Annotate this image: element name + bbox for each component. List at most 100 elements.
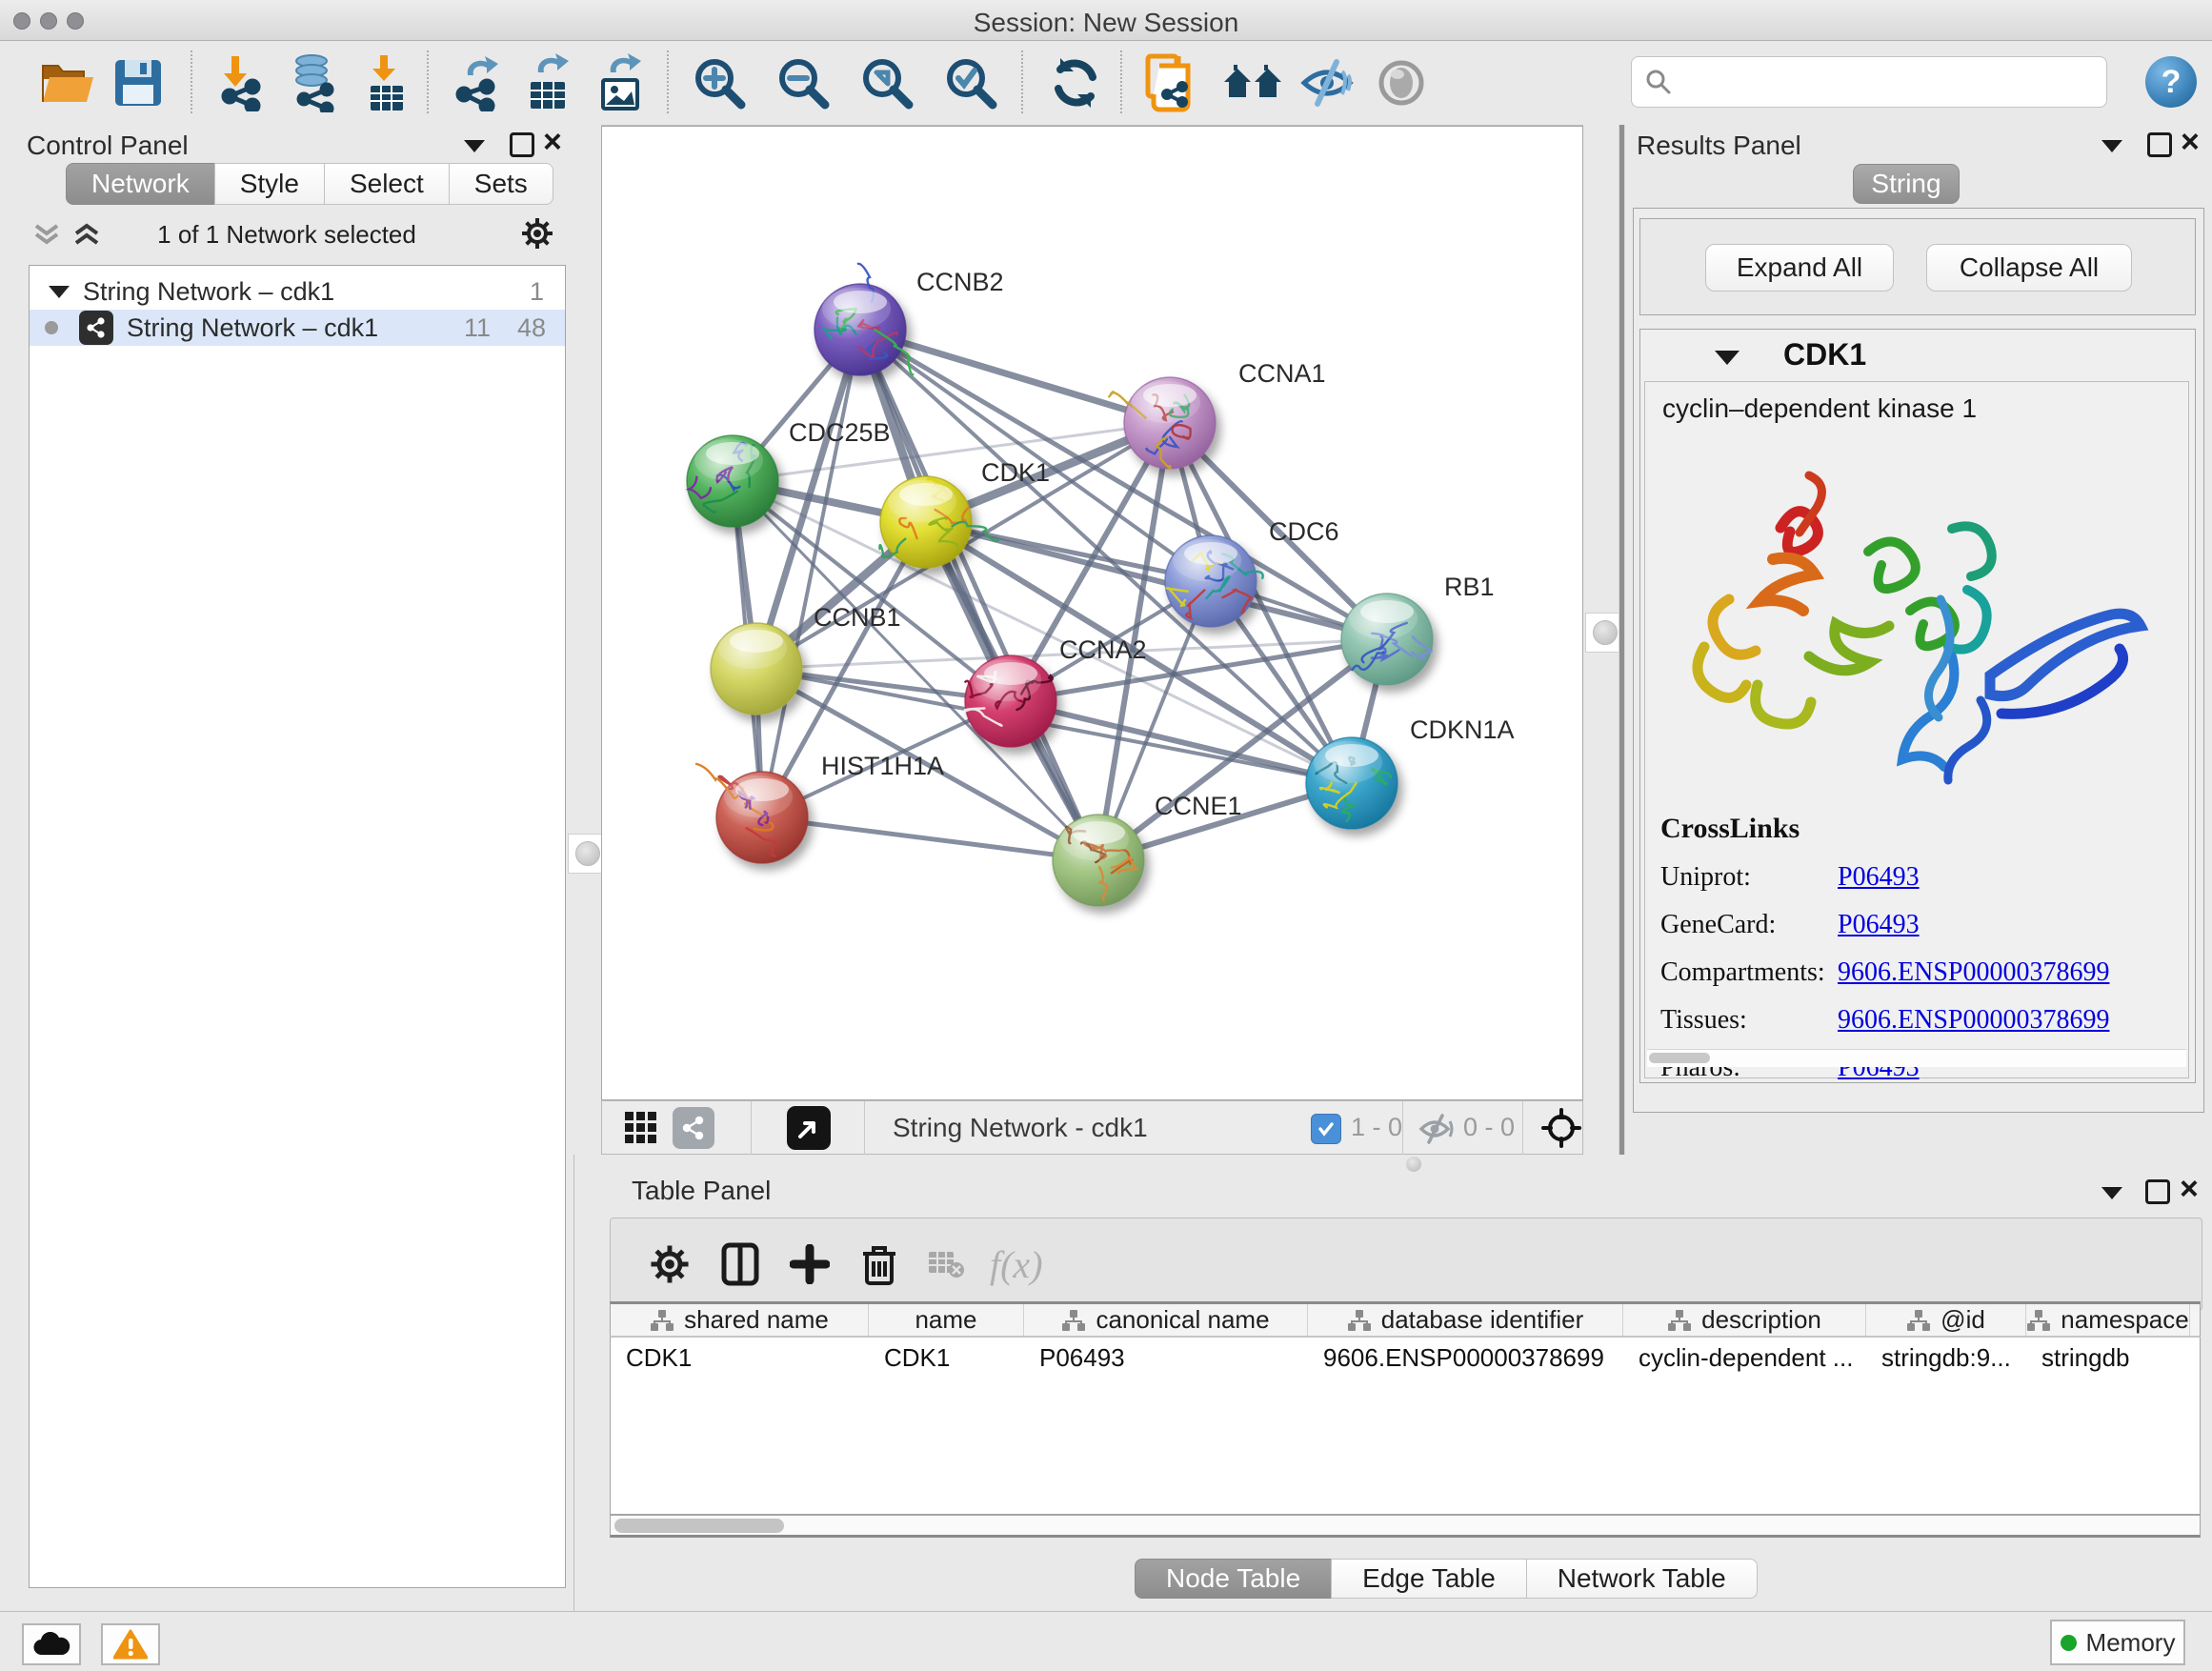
crosslink-label: Compartments: [1660,957,1838,988]
zoom-fit-icon[interactable] [855,49,918,117]
tab-select[interactable]: Select [324,163,450,205]
table-hscrollbar-thumb[interactable] [614,1519,784,1533]
zoom-in-icon[interactable] [688,49,751,117]
edge-CCNB2-CCNA1[interactable] [860,330,1170,423]
tree-caret-icon[interactable] [49,286,70,298]
save-session-icon[interactable] [107,49,170,117]
node-CDKN1A[interactable] [1306,737,1398,829]
panel-collapse-icon[interactable] [2101,140,2122,152]
table-cell[interactable]: CDK1 [611,1343,869,1373]
selected-checkbox[interactable] [1311,1114,1341,1144]
help-button[interactable]: ? [2145,56,2197,108]
node-CCNB1[interactable] [711,623,802,715]
search-input[interactable] [1681,67,2085,98]
birdseye-view-icon[interactable] [787,1106,831,1150]
crosslink-link[interactable]: 9606.ENSP00000378699 [1838,957,2109,988]
panel-float-icon[interactable] [2147,132,2172,157]
add-column-icon[interactable] [790,1244,830,1284]
node-CCNA1[interactable] [1109,377,1216,469]
tab-network-table[interactable]: Network Table [1526,1559,1758,1599]
column-header-database-identifier[interactable]: database identifier [1308,1304,1623,1336]
search-field[interactable] [1631,56,2107,108]
table-cell[interactable]: CDK1 [869,1343,1024,1373]
tab-network[interactable]: Network [66,163,215,205]
node-CCNE1[interactable] [1053,815,1144,906]
export-table-icon[interactable] [516,49,579,117]
tab-style[interactable]: Style [214,163,325,205]
eye-slash-icon[interactable] [1296,49,1358,117]
open-session-icon[interactable] [36,49,99,117]
column-header-name[interactable]: name [869,1304,1024,1336]
panel-close-icon[interactable]: × [543,132,562,151]
table-gear-icon[interactable] [649,1243,691,1285]
crosslink-link[interactable]: 9606.ENSP00000378699 [1838,1005,2109,1036]
hidden-eye-slash-icon[interactable] [1418,1114,1458,1144]
import-table-icon[interactable] [354,49,417,117]
zoom-out-icon[interactable] [772,49,835,117]
tab-sets[interactable]: Sets [449,163,553,205]
show-columns-icon[interactable] [721,1242,759,1286]
protein-structure-image [1666,437,2171,799]
panel-close-icon[interactable]: × [2180,1179,2199,1198]
network-graph[interactable]: CCNB2CCNA1CDC25BCDK1CDC6RB1CCNB1CCNA2CDK… [602,127,1582,1099]
edge-HIST1H1A-CCNE1[interactable] [762,817,1098,860]
table-cell[interactable]: stringdb:9... [1866,1343,2026,1373]
edge-CCNB2-HIST1H1A[interactable] [762,330,860,817]
crosslink-link[interactable]: P06493 [1838,910,1920,940]
panel-collapse-icon[interactable] [2101,1187,2122,1199]
results-hscrollbar-thumb[interactable] [1649,1053,1710,1063]
table-row[interactable]: CDK1CDK1P064939606.ENSP00000378699cyclin… [611,1338,2200,1378]
column-header-shared-name[interactable]: shared name [611,1304,869,1336]
houses-icon[interactable] [1221,49,1284,117]
column-header-description[interactable]: description [1623,1304,1866,1336]
expand-all-button[interactable]: Expand All [1705,244,1894,292]
collapse-all-button[interactable]: Collapse All [1926,244,2132,292]
node-RB1[interactable] [1341,594,1433,685]
clone-network-icon[interactable] [1139,49,1202,117]
crosslink-link[interactable]: P06493 [1838,862,1920,893]
warning-button[interactable] [101,1623,160,1665]
node-HIST1H1A[interactable] [696,764,808,863]
eye-icon[interactable] [1370,49,1433,117]
column-header-canonical-name[interactable]: canonical name [1024,1304,1308,1336]
horizontal-splitter-handle[interactable] [1406,1157,1421,1172]
network-row[interactable]: String Network – cdk1 11 48 [30,310,565,346]
zoom-selected-icon[interactable] [939,49,1002,117]
left-splitter[interactable] [573,125,601,1155]
panel-float-icon[interactable] [510,132,534,157]
panel-float-icon[interactable] [2145,1179,2170,1204]
fit-selection-crosshair-icon[interactable] [1541,1108,1581,1148]
table-cell[interactable]: stringdb [2026,1343,2190,1373]
node-CDC6[interactable] [1165,535,1263,627]
refresh-icon[interactable] [1044,49,1107,117]
export-network-icon[interactable] [444,49,507,117]
node-CCNA2[interactable] [965,655,1056,747]
table-hscrollbar[interactable] [610,1515,2201,1538]
tab-edge-table[interactable]: Edge Table [1331,1559,1527,1599]
import-network-database-icon[interactable] [282,49,345,117]
table-cell[interactable]: 9606.ENSP00000378699 [1308,1343,1623,1373]
table-cell[interactable]: cyclin-dependent ... [1623,1343,1866,1373]
results-hscrollbar[interactable] [1647,1049,2186,1067]
network-share-view-icon[interactable] [673,1107,714,1149]
node-CDC25B[interactable] [687,435,778,527]
column-header--id[interactable]: @id [1866,1304,2026,1336]
table-cell[interactable]: P06493 [1024,1343,1308,1373]
gene-collapse-caret[interactable] [1715,351,1739,365]
export-image-icon[interactable] [589,49,652,117]
delete-column-icon[interactable] [860,1242,898,1286]
panel-close-icon[interactable]: × [2181,132,2200,151]
grid-view-icon[interactable] [623,1110,659,1146]
tab-node-table[interactable]: Node Table [1135,1559,1332,1599]
cloud-button[interactable] [22,1623,81,1665]
network-collection-row[interactable]: String Network – cdk1 1 [30,273,565,310]
panel-collapse-icon[interactable] [464,140,485,152]
memory-button[interactable]: Memory [2050,1620,2185,1665]
column-header-namespace[interactable]: namespace [2026,1304,2190,1336]
edge-CCNB2-CCNE1[interactable] [860,330,1098,860]
gear-icon[interactable] [520,216,554,251]
network-canvas[interactable]: CCNB2CCNA1CDC25BCDK1CDC6RB1CCNB1CCNA2CDK… [601,126,1583,1100]
import-network-file-icon[interactable] [210,49,272,117]
tab-string[interactable]: String [1853,164,1960,204]
toolbar-separator [191,50,192,113]
